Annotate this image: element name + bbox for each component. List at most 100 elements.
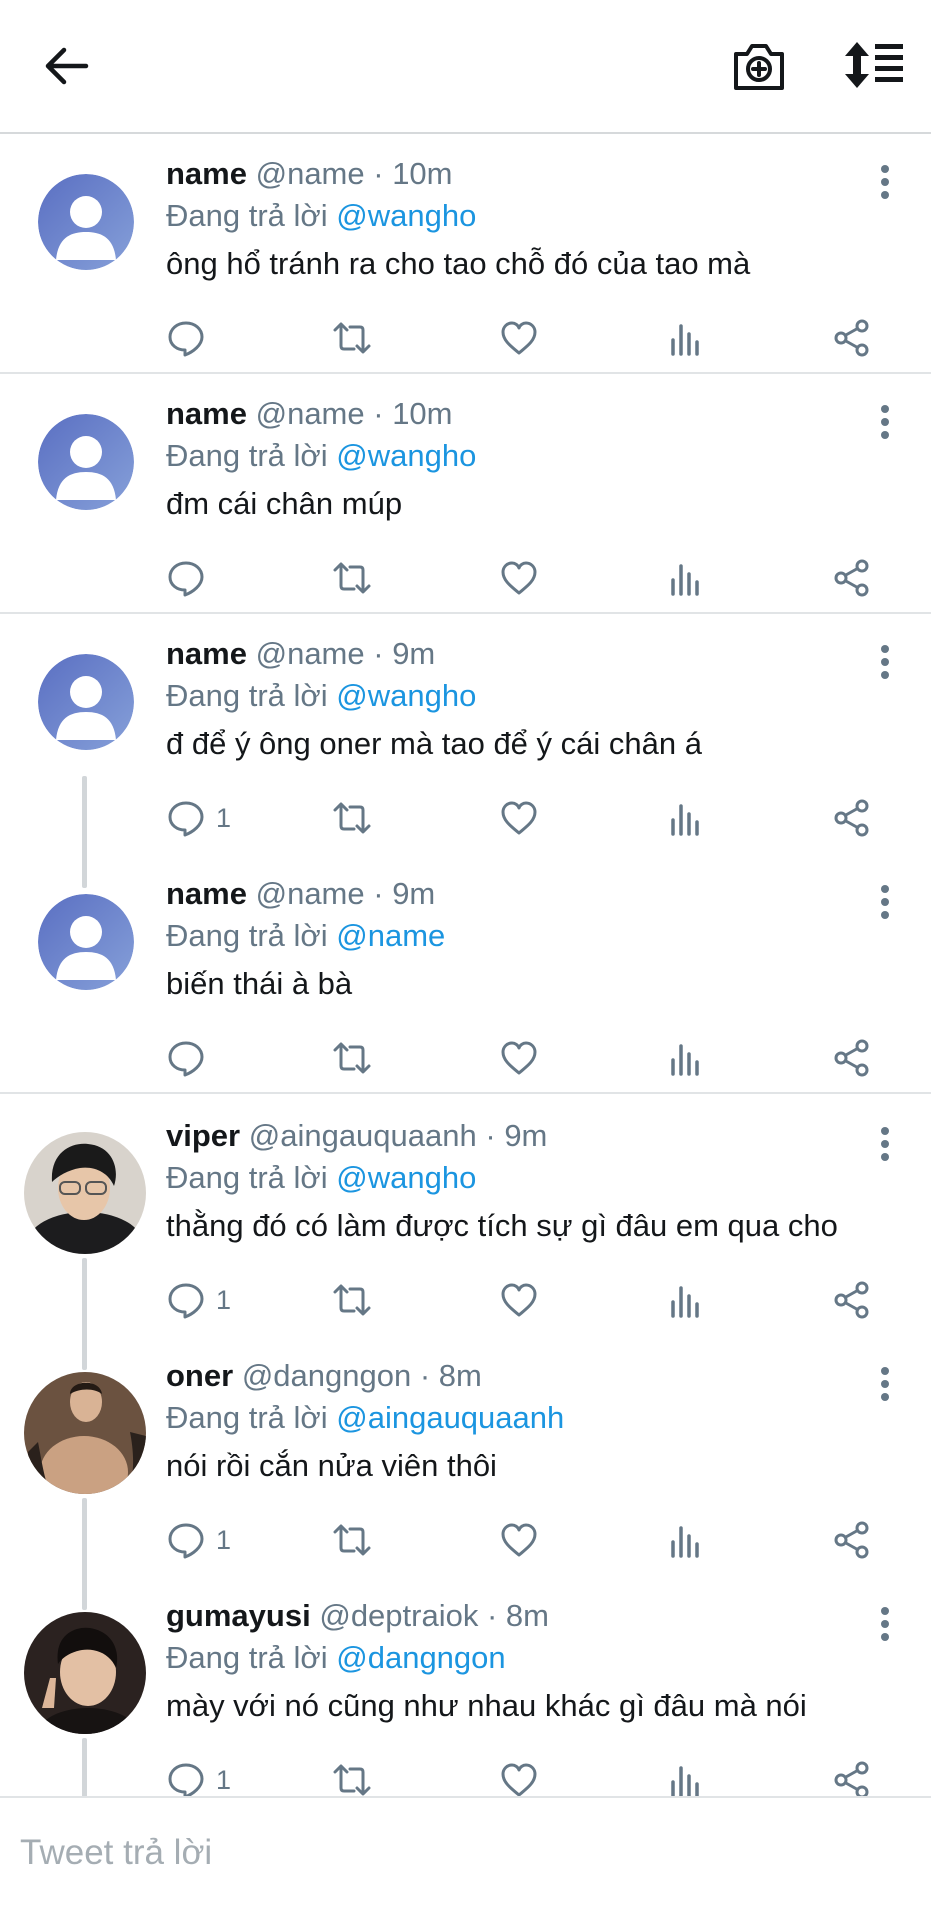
avatar[interactable]	[24, 1612, 146, 1734]
share-button[interactable]	[832, 1278, 872, 1322]
reply-icon	[168, 1523, 204, 1559]
retweet-button[interactable]	[332, 796, 372, 840]
share-button[interactable]	[832, 796, 872, 840]
more-options-icon[interactable]	[879, 404, 891, 440]
retweet-icon	[333, 322, 371, 354]
tweet[interactable]: gumayusi @deptraiok · 8m Đang trả lời @d…	[0, 1576, 931, 1850]
reply-button[interactable]	[166, 1036, 216, 1080]
more-options-icon[interactable]	[879, 1366, 891, 1402]
reply-icon	[168, 1283, 204, 1319]
avatar[interactable]	[38, 174, 134, 270]
share-button[interactable]	[832, 1518, 872, 1562]
display-name[interactable]: name	[166, 396, 247, 431]
display-name[interactable]: viper	[166, 1118, 240, 1153]
more-options-icon[interactable]	[879, 164, 891, 200]
bar-chart-icon	[671, 804, 699, 836]
analytics-button[interactable]	[666, 1518, 706, 1562]
sort-list-icon[interactable]	[843, 40, 905, 90]
tweet-text: đ để ý ông oner mà tao để ý cái chân á	[166, 726, 702, 761]
more-options-icon[interactable]	[879, 644, 891, 680]
reply-button[interactable]: 1	[166, 1278, 231, 1322]
avatar[interactable]	[24, 1132, 146, 1254]
heart-icon	[501, 321, 537, 355]
tweet[interactable]: name @name · 9m Đang trả lời @name biến …	[0, 854, 931, 1094]
display-name[interactable]: oner	[166, 1358, 233, 1393]
camera-plus-icon[interactable]	[730, 38, 788, 94]
handle: @name	[255, 876, 365, 911]
mention-link[interactable]: @wangho	[336, 1160, 476, 1195]
mention-link[interactable]: @aingauquaanh	[336, 1400, 564, 1435]
reply-input[interactable]: Tweet trả lời	[20, 1828, 212, 1878]
bar-chart-icon	[671, 1526, 699, 1558]
share-button[interactable]	[832, 556, 872, 600]
retweet-button[interactable]	[332, 556, 372, 600]
reply-count: 1	[216, 1524, 232, 1555]
analytics-button[interactable]	[666, 796, 706, 840]
tweet-text: biến thái à bà	[166, 966, 353, 1001]
replying-to-label: Đang trả lời	[166, 918, 328, 953]
bar-chart-icon	[671, 1286, 699, 1318]
retweet-icon	[333, 562, 371, 594]
heart-icon	[501, 1041, 537, 1075]
heart-icon	[501, 801, 537, 835]
analytics-button[interactable]	[666, 1036, 706, 1080]
share-button[interactable]	[832, 316, 872, 360]
display-name[interactable]: name	[166, 876, 247, 911]
mention-link[interactable]: @wangho	[336, 438, 476, 473]
like-button[interactable]	[499, 1518, 539, 1562]
replying-to-label: Đang trả lời	[166, 1160, 328, 1195]
retweet-button[interactable]	[332, 1518, 372, 1562]
reply-compose-bar[interactable]: Tweet trả lời	[0, 1796, 931, 1922]
display-name[interactable]: name	[166, 156, 247, 191]
timestamp: 9m	[504, 1118, 548, 1153]
retweet-button[interactable]	[332, 1036, 372, 1080]
avatar[interactable]	[38, 414, 134, 510]
avatar[interactable]	[24, 1372, 146, 1494]
handle: @aingauquaanh	[248, 1118, 477, 1153]
analytics-button[interactable]	[666, 1278, 706, 1322]
tweet[interactable]: name @name · 10m Đang trả lời @wangho ôn…	[0, 134, 931, 374]
retweet-icon	[333, 1284, 371, 1316]
tweet[interactable]: name @name · 9m Đang trả lời @wangho đ đ…	[0, 614, 931, 888]
tweet[interactable]: name @name · 10m Đang trả lời @wangho đm…	[0, 374, 931, 614]
replying-to-label: Đang trả lời	[166, 1400, 328, 1435]
more-options-icon[interactable]	[879, 1606, 891, 1642]
display-name[interactable]: name	[166, 636, 247, 671]
reply-button[interactable]	[166, 556, 216, 600]
analytics-button[interactable]	[666, 316, 706, 360]
reply-count: 1	[216, 802, 232, 833]
tweet-text: ông hổ tránh ra cho tao chỗ đó của tao m…	[166, 246, 751, 281]
mention-link[interactable]: @name	[336, 918, 445, 953]
retweet-button[interactable]	[332, 1278, 372, 1322]
more-options-icon[interactable]	[879, 1126, 891, 1162]
more-options-icon[interactable]	[879, 884, 891, 920]
retweet-icon	[333, 1524, 371, 1556]
like-button[interactable]	[499, 796, 539, 840]
mention-link[interactable]: @dangngon	[336, 1640, 505, 1675]
avatar[interactable]	[38, 654, 134, 750]
reply-button[interactable]	[166, 316, 216, 360]
mention-link[interactable]: @wangho	[336, 678, 476, 713]
share-button[interactable]	[832, 1036, 872, 1080]
analytics-button[interactable]	[666, 556, 706, 600]
like-button[interactable]	[499, 556, 539, 600]
share-icon	[834, 1761, 869, 1799]
mention-link[interactable]: @wangho	[336, 198, 476, 233]
display-name[interactable]: gumayusi	[166, 1598, 311, 1633]
replying-to-label: Đang trả lời	[166, 198, 328, 233]
tweet-text: thằng đó có làm được tích sự gì đâu em q…	[166, 1208, 838, 1243]
bar-chart-icon	[671, 564, 699, 596]
tweet-actions	[166, 556, 886, 600]
retweet-button[interactable]	[332, 316, 372, 360]
like-button[interactable]	[499, 316, 539, 360]
tweet[interactable]: viper @aingauquaanh · 9m Đang trả lời @w…	[0, 1096, 931, 1370]
avatar[interactable]	[38, 894, 134, 990]
like-button[interactable]	[499, 1278, 539, 1322]
tweet-actions: 1	[166, 796, 886, 840]
reply-button[interactable]: 1	[166, 1518, 231, 1562]
like-button[interactable]	[499, 1036, 539, 1080]
tweet[interactable]: oner @dangngon · 8m Đang trả lời @aingau…	[0, 1336, 931, 1610]
reply-button[interactable]: 1	[166, 796, 231, 840]
reply-icon	[168, 1041, 204, 1077]
arrow-left-icon[interactable]	[40, 40, 92, 92]
